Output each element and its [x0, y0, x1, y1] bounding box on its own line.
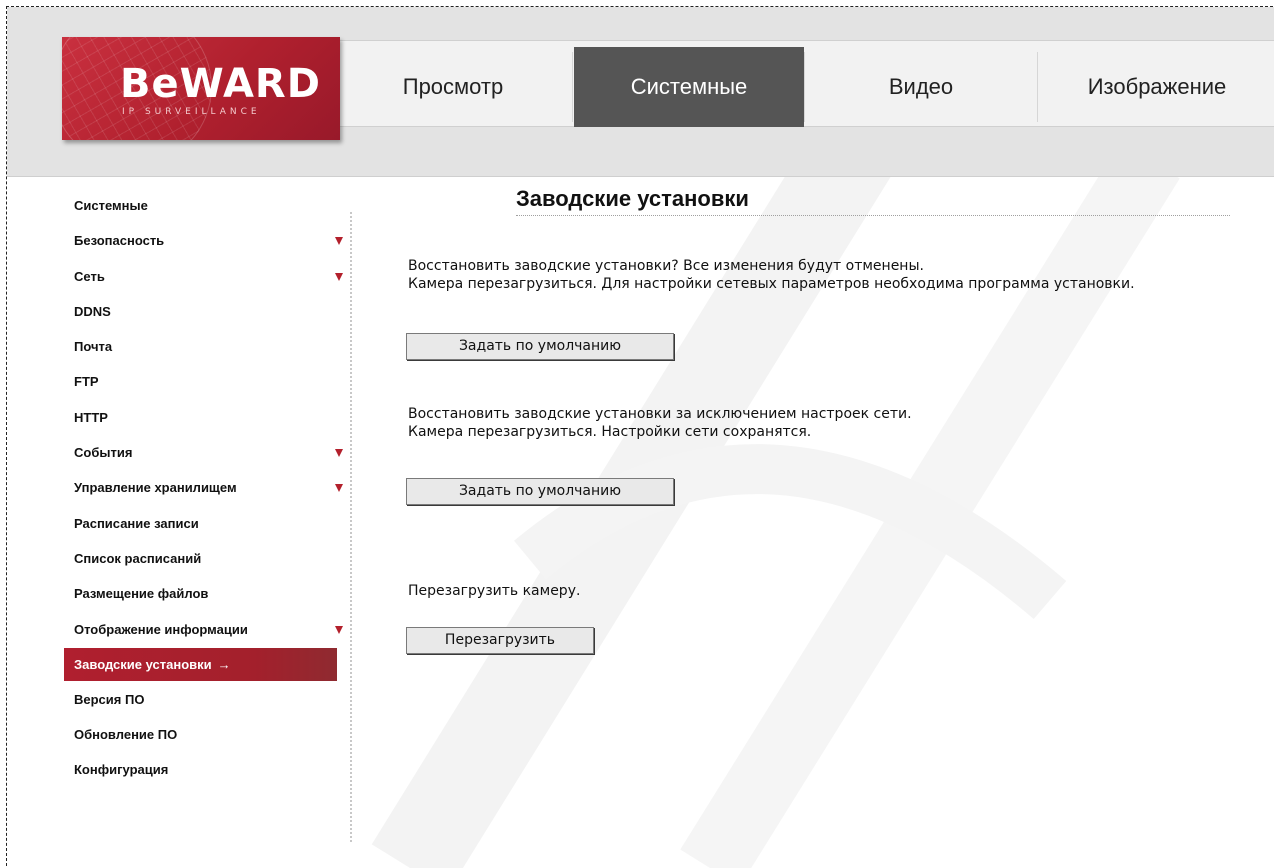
sidebar-item-ddns[interactable]: DDNS [64, 294, 349, 329]
expand-arrow-icon[interactable] [335, 237, 343, 246]
tab-divider [572, 52, 573, 122]
tab-divider [804, 52, 805, 122]
sidebar-item-file-location[interactable]: Размещение файлов [64, 576, 349, 611]
sidebar-item-network[interactable]: Сеть [64, 259, 349, 294]
sidebar-item-security[interactable]: Безопасность [64, 223, 349, 258]
tab-view[interactable]: Просмотр [334, 47, 572, 127]
logo-brand: BeWARD [120, 61, 321, 107]
sidebar-item-label: Размещение файлов [74, 586, 209, 602]
tab-system[interactable]: Системные [574, 47, 804, 127]
sidebar-item-label: Обновление ПО [74, 727, 178, 743]
expand-arrow-icon[interactable] [335, 272, 343, 281]
page-title: Заводские установки [516, 186, 749, 211]
reset-all-text-1: Восстановить заводские установки? Все из… [408, 258, 924, 274]
sidebar-item-firmware-update[interactable]: Обновление ПО [64, 717, 349, 752]
title-underline [516, 215, 1230, 216]
sidebar-item-label: Системные [74, 198, 148, 213]
sidebar-item-mail[interactable]: Почта [64, 329, 349, 364]
beward-logo[interactable]: BeWARD IP SURVEILLANCE [62, 37, 340, 140]
sidebar-item-events[interactable]: События [64, 435, 349, 470]
sidebar-item-label: FTP [74, 374, 99, 390]
reset-all-text-2: Камера перезагрузиться. Для настройки се… [408, 276, 1135, 292]
reboot-text: Перезагрузить камеру. [408, 583, 581, 599]
tab-video[interactable]: Видео [806, 47, 1036, 127]
sidebar-item-factory-defaults[interactable]: Заводские установки → [64, 647, 337, 681]
sidebar-item-label: Конфигурация [74, 762, 169, 778]
sidebar-item-configuration[interactable]: Конфигурация [64, 752, 349, 787]
logo-tagline: IP SURVEILLANCE [122, 107, 261, 117]
reboot-button[interactable]: Перезагрузить [406, 627, 594, 654]
sidebar-item-label: Расписание записи [74, 515, 199, 531]
sidebar-item-system[interactable]: Системные [64, 188, 349, 223]
sidebar-item-label: Отображение информации [74, 621, 248, 637]
sidebar-item-label: Безопасность [74, 233, 165, 249]
tab-divider [1037, 52, 1038, 122]
expand-arrow-icon[interactable] [335, 449, 343, 458]
sidebar-menu: Системные Безопасность Сеть DDNS Почта F… [64, 188, 349, 788]
sidebar-item-label: Сеть [74, 268, 105, 284]
tab-image[interactable]: Изображение [1040, 47, 1274, 127]
sidebar-item-info-display[interactable]: Отображение информации [64, 612, 349, 647]
sidebar-item-http[interactable]: HTTP [64, 400, 349, 435]
reset-keep-network-text-2: Камера перезагрузиться. Настройки сети с… [408, 424, 812, 440]
arrow-right-icon: → [217, 656, 231, 672]
sidebar-item-storage[interactable]: Управление хранилищем [64, 470, 349, 505]
expand-arrow-icon[interactable] [335, 484, 343, 493]
sidebar-item-record-schedule[interactable]: Расписание записи [64, 506, 349, 541]
sidebar-item-label: Версия ПО [74, 691, 145, 707]
sidebar-item-schedule-list[interactable]: Список расписаний [64, 541, 349, 576]
reset-keep-network-button[interactable]: Задать по умолчанию [406, 478, 674, 505]
sidebar-item-label: Почта [74, 339, 113, 355]
sidebar-item-firmware-version[interactable]: Версия ПО [64, 682, 349, 717]
sidebar-item-ftp[interactable]: FTP [64, 364, 349, 399]
reset-keep-network-text-1: Восстановить заводские установки за искл… [408, 406, 912, 422]
expand-arrow-icon[interactable] [335, 625, 343, 634]
sidebar-item-label: DDNS [74, 303, 111, 319]
sidebar-item-label: Список расписаний [74, 550, 202, 566]
sidebar-divider [350, 212, 352, 842]
sidebar-item-label: Заводские установки [74, 656, 212, 672]
sidebar-item-label: HTTP [74, 409, 108, 425]
sidebar-item-label: Управление хранилищем [74, 480, 237, 496]
sidebar-item-label: События [74, 445, 133, 461]
reset-all-button[interactable]: Задать по умолчанию [406, 333, 674, 360]
